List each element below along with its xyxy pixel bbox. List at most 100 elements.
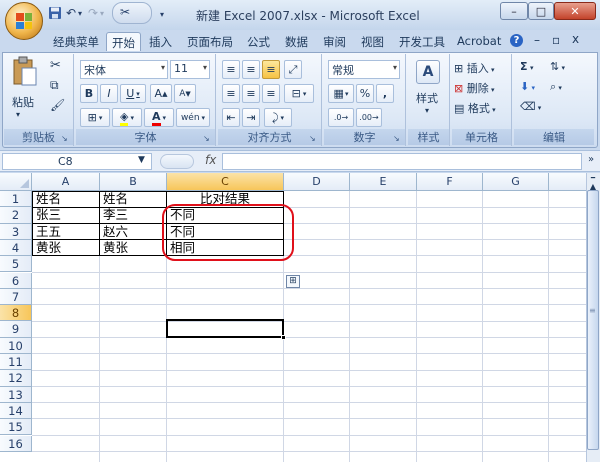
close-button[interactable]: ✕ xyxy=(554,2,596,20)
column-header-a[interactable]: A xyxy=(32,173,100,191)
tab-view[interactable]: 视图 xyxy=(356,32,389,51)
number-launcher-icon[interactable]: ↘ xyxy=(393,134,402,143)
row-header-12[interactable]: 12 xyxy=(0,370,32,387)
paste-options-icon[interactable]: ⊞ xyxy=(286,275,300,288)
font-size-combo[interactable]: 11 ▾ xyxy=(170,60,210,79)
row-header-10[interactable]: 10 xyxy=(0,337,32,354)
tab-formulas[interactable]: 公式 xyxy=(242,32,275,51)
cell-a1[interactable]: 姓名 xyxy=(33,191,61,207)
row-header-16[interactable]: 16 xyxy=(0,435,32,452)
align-bottom-button[interactable]: ≡ xyxy=(262,60,280,79)
decrease-decimal-button[interactable]: .00→ xyxy=(356,108,382,127)
percent-button[interactable]: % xyxy=(356,84,374,103)
undo-icon[interactable]: ↶ xyxy=(66,6,76,23)
formula-input[interactable] xyxy=(222,153,582,170)
row-header-13[interactable]: 13 xyxy=(0,386,32,403)
scroll-thumb[interactable] xyxy=(587,190,599,450)
name-box[interactable]: C8 xyxy=(2,153,152,170)
office-button[interactable] xyxy=(5,2,43,40)
column-header-h[interactable] xyxy=(549,173,586,191)
sort-filter-button[interactable]: ⇅ ▾ xyxy=(550,60,565,73)
increase-indent-button[interactable]: ⇥ xyxy=(242,108,260,127)
cell-b1[interactable]: 姓名 xyxy=(100,191,128,207)
cell-b4[interactable]: 黄张 xyxy=(100,240,128,256)
row-header-1[interactable]: 1 xyxy=(0,191,32,208)
align-right-button[interactable]: ≡ xyxy=(262,84,280,103)
alignment-launcher-icon[interactable]: ↘ xyxy=(309,134,318,143)
column-header-d[interactable]: D xyxy=(284,173,350,191)
row-header-4[interactable]: 4 xyxy=(0,239,32,257)
column-header-g[interactable]: G xyxy=(483,173,549,191)
font-launcher-icon[interactable]: ↘ xyxy=(203,134,212,143)
copy-icon[interactable]: ⧉ xyxy=(50,78,59,93)
name-box-dropdown-icon[interactable]: ▼ xyxy=(138,155,145,165)
tab-page-layout[interactable]: 页面布局 xyxy=(182,32,238,51)
grow-font-button[interactable]: A ▲ xyxy=(150,84,172,103)
wrap-text-button[interactable]: ⤸ ▾ xyxy=(264,108,292,127)
column-header-b[interactable]: B xyxy=(100,173,167,191)
tab-acrobat[interactable]: Acrobat xyxy=(452,32,506,51)
save-icon[interactable] xyxy=(48,6,62,23)
paste-dropdown-icon[interactable]: ▾ xyxy=(16,110,20,119)
orientation-button[interactable]: ⤢ xyxy=(284,60,302,79)
styles-button[interactable]: 样式 xyxy=(416,90,438,106)
align-middle-button[interactable]: ≡ xyxy=(242,60,260,79)
delete-cells-button[interactable]: ⊠ 删除 ▾ xyxy=(454,80,494,96)
paste-button[interactable]: 粘贴 xyxy=(12,94,34,110)
cell-b2[interactable]: 李三 xyxy=(100,207,128,223)
fill-handle[interactable] xyxy=(281,335,286,340)
scroll-split-icon[interactable]: ━ xyxy=(587,174,599,182)
tab-home[interactable]: 开始 xyxy=(106,32,141,51)
tab-developer[interactable]: 开发工具 xyxy=(394,32,450,51)
insert-function-icon[interactable]: fx xyxy=(205,153,216,167)
tab-data[interactable]: 数据 xyxy=(280,32,313,51)
align-center-button[interactable]: ≡ xyxy=(242,84,260,103)
qat-more-icon[interactable]: ▾ xyxy=(160,10,164,27)
styles-icon[interactable]: A xyxy=(416,60,440,84)
maximize-button[interactable]: □ xyxy=(528,2,554,20)
cell-a4[interactable]: 黄张 xyxy=(33,240,61,256)
select-all-button[interactable] xyxy=(0,173,32,191)
row-header-5[interactable]: 5 xyxy=(0,256,32,273)
help-icon[interactable]: ? xyxy=(510,34,523,47)
row-header-3[interactable]: 3 xyxy=(0,223,32,240)
ribbon-restore-icon[interactable]: ▫ xyxy=(552,33,560,47)
insert-cells-button[interactable]: ⊞ 插入 ▾ xyxy=(454,60,494,76)
row-header-6[interactable]: 6 xyxy=(0,272,32,289)
redo-dropdown-icon[interactable]: ▾ xyxy=(100,9,104,26)
row-header-2[interactable]: 2 xyxy=(0,207,32,224)
row-header-15[interactable]: 15 xyxy=(0,419,32,436)
phonetic-button[interactable]: wén ▾ xyxy=(176,108,210,127)
cell-b3[interactable]: 赵六 xyxy=(100,224,128,240)
column-header-e[interactable]: E xyxy=(350,173,417,191)
fill-button[interactable]: ⬇ ▾ xyxy=(520,80,535,93)
align-left-button[interactable]: ≡ xyxy=(222,84,240,103)
find-select-button[interactable]: ⌕ ▾ xyxy=(550,80,562,94)
row-header-11[interactable]: 11 xyxy=(0,354,32,371)
currency-button[interactable]: ▦ ▾ xyxy=(328,84,354,103)
autosum-button[interactable]: Σ ▾ xyxy=(520,60,533,73)
borders-button[interactable]: ⊞ ▾ xyxy=(80,108,110,127)
column-header-c[interactable]: C xyxy=(167,173,284,191)
format-cells-button[interactable]: ▤ 格式 ▾ xyxy=(454,100,496,116)
qat-customize-button[interactable] xyxy=(112,2,152,24)
format-painter-icon[interactable]: 🖌 xyxy=(50,98,65,112)
row-header-7[interactable]: 7 xyxy=(0,288,32,306)
worksheet-grid[interactable]: A B C D E F G 1 2 3 4 5 6 7 8 9 10 11 12… xyxy=(0,173,586,462)
cell-a2[interactable]: 张三 xyxy=(33,207,61,223)
tab-insert[interactable]: 插入 xyxy=(144,32,177,51)
clear-button[interactable]: ⌫ ▾ xyxy=(520,100,541,113)
increase-decimal-button[interactable]: .0→ xyxy=(328,108,354,127)
cell-a3[interactable]: 王五 xyxy=(33,224,61,240)
redo-icon[interactable]: ↷ xyxy=(88,6,98,23)
bold-button[interactable]: B xyxy=(80,84,98,103)
ribbon-minimize-icon[interactable]: – xyxy=(534,33,540,47)
number-format-combo[interactable]: 常规 ▾ xyxy=(328,60,400,79)
ribbon-close-icon[interactable]: x xyxy=(572,32,579,46)
row-header-9[interactable]: 9 xyxy=(0,321,32,338)
undo-dropdown-icon[interactable]: ▾ xyxy=(78,9,82,26)
row-header-14[interactable]: 14 xyxy=(0,402,32,420)
font-color-button[interactable]: A ▾ xyxy=(144,108,174,127)
tab-classic-menu[interactable]: 经典菜单 xyxy=(48,32,104,51)
row-header-8[interactable]: 8 xyxy=(0,305,32,322)
